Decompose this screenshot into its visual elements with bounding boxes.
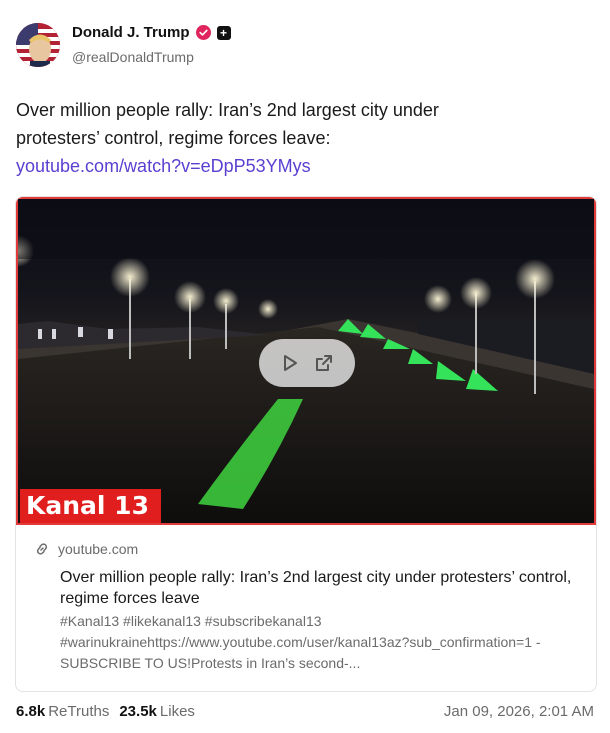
retruths-label: ReTruths	[48, 703, 110, 720]
channel-watermark: Kanal 13	[20, 489, 161, 523]
likes-stat[interactable]: 23.5k Likes	[119, 703, 195, 720]
link-domain: youtube.com	[58, 541, 139, 557]
display-name[interactable]: Donald J. Trump	[72, 24, 190, 41]
post-body: Over million people rally: Iran’s 2nd la…	[16, 100, 439, 148]
post-link[interactable]: youtube.com/watch?v=eDpP53YMys	[16, 156, 311, 176]
video-thumbnail[interactable]: Kanal 13	[16, 197, 596, 525]
link-domain-row: youtube.com	[34, 541, 138, 557]
avatar[interactable]	[16, 23, 60, 67]
link-title[interactable]: Over million people rally: Iran’s 2nd la…	[60, 567, 580, 609]
external-link-icon[interactable]	[314, 353, 334, 373]
play-icon[interactable]	[280, 353, 300, 373]
likes-count: 23.5k	[119, 703, 157, 720]
link-description: #Kanal13 #likekanal13 #subscribekanal13 …	[60, 613, 541, 671]
plus-badge-icon: +	[216, 25, 231, 40]
retruths-count: 6.8k	[16, 703, 46, 720]
post-text: Over million people rally: Iran’s 2nd la…	[16, 96, 496, 180]
likes-label: Likes	[159, 703, 195, 720]
post-timestamp[interactable]: Jan 09, 2026, 2:01 AM	[444, 703, 594, 720]
verified-badge-icon	[195, 25, 211, 40]
user-handle[interactable]: @realDonaldTrump	[72, 49, 194, 65]
engagement-stats: 6.8k ReTruths 23.5k Likes	[16, 703, 195, 720]
link-preview-card[interactable]: Kanal 13 youtube.com Over million people…	[15, 196, 597, 692]
link-icon	[36, 543, 48, 555]
retruths-stat[interactable]: 6.8k ReTruths	[16, 703, 109, 720]
player-controls[interactable]	[259, 339, 355, 387]
